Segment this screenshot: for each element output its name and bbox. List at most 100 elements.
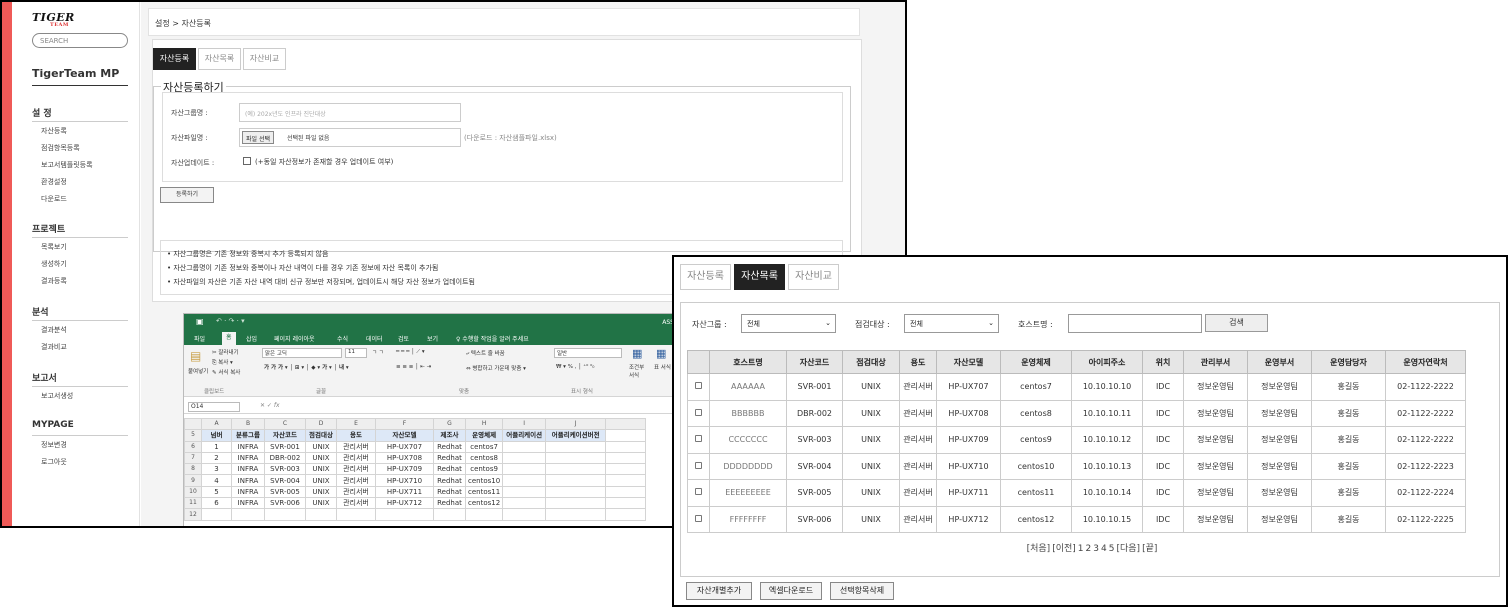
sample-file-link[interactable]: (다운로드 : 자산샘플파일.xlsx) [464,133,557,143]
table-cell: 10.10.10.14 [1071,479,1143,507]
page-link[interactable]: 3 [1093,544,1099,554]
sidebar-item[interactable]: 점검항목등록 [41,143,80,153]
align-left-icon: ≡ ≡ ≡ │ ⇤ ⇥ [396,364,432,370]
page-link[interactable]: 5 [1109,544,1115,554]
sidebar-item[interactable]: 정보변경 [41,440,67,450]
add-asset-button[interactable]: 자산개별추가 [686,582,752,600]
sidebar-item[interactable]: 보고서템플릿등록 [41,160,93,170]
table-cell[interactable]: EEEEEEEEE [709,479,787,507]
column-header: E [336,417,376,431]
row-checkbox[interactable] [695,514,702,522]
table-cell: centos10 [1000,452,1072,480]
page-link[interactable]: 2 [1086,544,1092,554]
row-checkbox[interactable] [695,435,702,443]
tab-asset-list[interactable]: 자산목록 [734,264,785,290]
sidebar-item[interactable]: 결과분석 [41,325,67,335]
excel-cell: Redhat [433,485,466,499]
column-header: H [464,417,504,431]
align-group-label: 맞춤 [459,389,470,395]
sidebar-item[interactable]: 자산등록 [41,126,67,136]
table-cell: HP-UX707 [936,373,1001,401]
column-header: A [201,417,232,431]
table-cell[interactable]: BBBBBB [709,399,787,427]
table-cell: SVR-003 [786,426,843,454]
excel-header-cell: 어플리케이션버전 [545,429,607,442]
excel-cell: 관리서버 [336,463,376,476]
table-cell: 정보운영팀 [1247,505,1312,533]
formula-bar: O14 ✕ ✓ fx [184,400,678,414]
sidebar-item[interactable]: 환경설정 [41,177,67,187]
sidebar-item[interactable]: 보고서생성 [41,391,73,401]
excel-cell: Redhat [433,497,466,510]
row-header: 12 [184,508,202,521]
sidebar-item[interactable]: 다운로드 [41,194,67,204]
group-filter-select[interactable]: 전체 ⌄ [741,314,836,333]
table-cell: 관리서버 [899,505,937,533]
table-cell[interactable]: FFFFFFFF [709,505,787,533]
row-checkbox[interactable] [695,461,702,469]
excel-cell [502,508,547,521]
update-checkbox[interactable] [243,157,251,165]
logo[interactable]: TIGER TEAM [32,11,75,28]
sidebar-item[interactable]: 결과비교 [41,342,67,352]
table-cell[interactable]: CCCCCCC [709,426,787,454]
table-row: EEEEEEEEE SVR-005 UNIX 관리서버 HP-UX711 centos11… [687,479,1466,507]
align-top-icon: ═ ═ ═ │ ⟋ ▾ [396,349,425,355]
row-checkbox[interactable] [695,488,702,496]
search-input[interactable]: SEARCH [32,33,128,48]
table-cell[interactable]: DDDDDDDD [709,452,787,480]
table-cell: 정보운영팀 [1247,373,1312,401]
excel-header-cell: 운영체제 [464,429,504,442]
row-header: 9 [184,474,202,487]
target-filter-select[interactable]: 전체 ⌄ [904,314,999,333]
group-name-input[interactable]: (예) 202x년도 인프라 진단대상 [239,103,461,122]
row-checkbox[interactable] [695,382,702,390]
currency-icon: ₩ ▾ % , │ ⁺⁰ ⁰₀ [556,364,595,370]
file-select-button[interactable]: 파일 선택 [242,131,274,144]
excel-header-cell: 어플리케이션 [502,429,547,442]
update-label: 자산업데이트 : [171,159,215,167]
tab-asset-compare[interactable]: 자산비교 [243,48,286,70]
register-button[interactable]: 등록하기 [160,187,214,203]
page-link[interactable]: 4 [1101,544,1107,554]
sidebar-item[interactable]: 로그아웃 [41,457,67,467]
table-cell: IDC [1142,399,1184,427]
excel-sample-screenshot: ▣ ↶ · ↷ · ▾ ASS 파일 홈 삽입 페이지 레이아웃 수식 데이터 검토 보기 ♀ … [183,313,679,526]
conditional-format-label: 조건부 서식 [629,365,645,379]
table-cell: 정보운영팀 [1247,479,1312,507]
table-header: 운영담당자 [1311,350,1386,374]
host-search-input[interactable] [1068,314,1202,333]
excel-titlebar: ▣ ↶ · ↷ · ▾ ASS [184,314,678,331]
file-status: 선택된 파일 없음 [287,135,330,142]
table-cell: centos8 [1000,399,1072,427]
tab-asset-compare[interactable]: 자산비교 [788,264,839,290]
excel-download-button[interactable]: 엑셀다운로드 [760,582,822,600]
divider [32,85,128,86]
page-link[interactable]: [이전] [1052,544,1076,554]
page-link[interactable]: [다음] [1116,544,1140,554]
excel-ribbon: ▤ 붙여넣기 ✂ 잘라내기 ⎘ 복사 ▾ ✎ 서식 복사 클립보드 맑은 고딕 … [184,345,678,397]
divider [32,121,128,122]
tab-asset-register[interactable]: 자산등록 [680,264,731,290]
table-cell[interactable]: AAAAAA [709,373,787,401]
page-link[interactable]: 1 [1078,544,1084,554]
page-link[interactable]: [끝] [1142,544,1157,554]
sidebar-item[interactable]: 결과등록 [41,276,67,286]
excel-menu-tab: 수식 [337,336,349,343]
page-link[interactable]: [처음] [1027,544,1051,554]
sidebar-item[interactable]: 목록보기 [41,242,67,252]
tab-asset-list[interactable]: 자산목록 [198,48,241,70]
excel-header-cell: 제조사 [433,429,466,442]
excel-header-cell: 용도 [336,429,376,442]
column-header: F [375,417,434,431]
table-cell: 정보운영팀 [1183,373,1248,401]
tab-asset-register[interactable]: 자산등록 [153,48,196,70]
sidebar-item[interactable]: 생성하기 [41,259,67,269]
font-size-select: 11 [345,348,367,358]
delete-selected-button[interactable]: 선택항목삭제 [830,582,894,600]
search-button[interactable]: 검색 [1205,314,1268,332]
table-cell: 02-1122-2222 [1385,373,1466,401]
row-checkbox[interactable] [695,408,702,416]
divider [32,386,128,387]
excel-cell: UNIX [305,474,337,487]
